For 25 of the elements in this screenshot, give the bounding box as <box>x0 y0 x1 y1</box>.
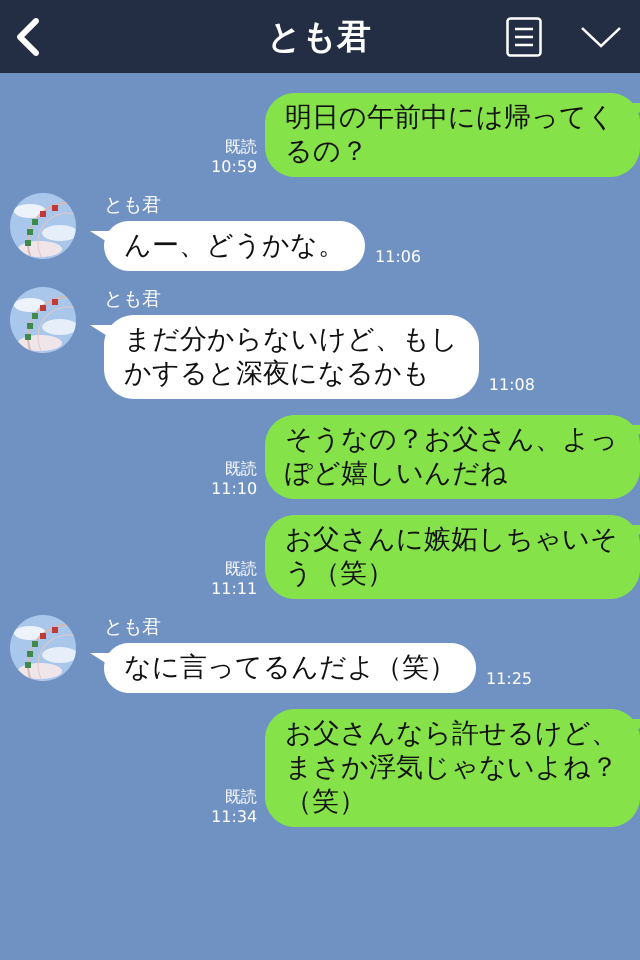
sender-name: とも君 <box>104 193 162 217</box>
read-receipt: 既読 <box>225 787 258 807</box>
message-time: 11:34 <box>211 807 258 827</box>
chat-title: とも君 <box>266 16 372 58</box>
back-icon[interactable] <box>14 18 42 56</box>
message-time: 11:11 <box>211 579 258 599</box>
sent-message-bubble: 明日の午前中には帰ってくるの？ <box>265 93 640 177</box>
message-time: 10:59 <box>211 157 258 177</box>
read-receipt: 既読 <box>225 559 258 579</box>
sender-name: とも君 <box>104 287 162 311</box>
sent-message-bubble: お父さんなら許せるけど、まさか浮気じゃないよね？（笑） <box>265 709 640 827</box>
message-time: 11:08 <box>488 375 535 396</box>
read-receipt: 既読 <box>225 137 258 157</box>
message-time: 11:10 <box>211 479 258 499</box>
received-message-bubble: なに言ってるんだよ（笑） <box>104 643 476 693</box>
read-receipt: 既読 <box>225 459 258 479</box>
chevron-down-icon[interactable] <box>580 24 622 48</box>
sent-message-bubble: そうなの？お父さん、よっぽど嬉しいんだね <box>265 415 640 499</box>
message-time: 11:25 <box>486 669 532 690</box>
menu-icon[interactable] <box>506 16 542 56</box>
sent-message-bubble: お父さんに嫉妬しちゃいそう（笑） <box>265 515 640 599</box>
received-message-bubble: まだ分からないけど、もしかすると深夜になるかも <box>104 315 479 399</box>
message-time: 11:06 <box>375 247 422 268</box>
sender-name: とも君 <box>104 615 162 639</box>
received-message-bubble: んー、どうかな。 <box>104 221 365 271</box>
